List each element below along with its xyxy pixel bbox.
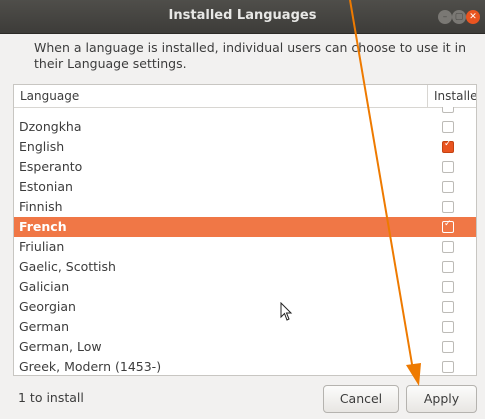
installed-checkbox[interactable] [442,121,454,133]
language-label: French [19,219,67,234]
table-row[interactable]: French [14,217,476,237]
cancel-button[interactable]: Cancel [323,385,399,413]
column-divider [427,85,428,107]
installed-checkbox[interactable] [442,139,454,153]
apply-button[interactable]: Apply [406,385,477,413]
table-row[interactable]: Galician [14,277,476,297]
installed-checkbox[interactable] [442,281,454,293]
description-text: When a language is installed, individual… [34,40,467,71]
installed-checkbox[interactable] [442,241,454,253]
table-row[interactable]: Georgian [14,297,476,317]
table-row[interactable]: Greek, Modern (1453-) [14,357,476,375]
language-label: English [19,139,65,154]
language-label: Greek, Modern (1453-) [19,359,162,374]
language-label: Finnish [19,199,63,214]
installed-checkbox[interactable] [442,107,454,113]
table-row[interactable]: Esperanto [14,157,476,177]
installed-checkbox[interactable] [442,261,454,273]
maximize-icon[interactable]: ▢ [452,10,466,24]
language-table[interactable]: Language Installed Dutch Dzongkha English E… [13,84,477,376]
mouse-pointer-icon [280,302,293,321]
installed-checkbox[interactable] [442,301,454,313]
language-label: Galician [19,279,70,294]
table-row[interactable]: Gaelic, Scottish [14,257,476,277]
installed-checkbox[interactable] [442,341,454,353]
table-header: Language Installed [14,85,476,108]
language-label: Georgian [19,299,76,314]
installed-checkbox[interactable] [442,161,454,173]
language-label: Gaelic, Scottish [19,259,116,274]
language-label: German [19,319,70,334]
language-label: Friulian [19,239,65,254]
minimize-icon[interactable]: – [438,10,452,24]
close-icon[interactable]: ✕ [466,10,480,24]
table-row[interactable]: Friulian [14,237,476,257]
table-row[interactable]: Estonian [14,177,476,197]
installed-checkbox[interactable] [442,219,454,233]
column-header-installed[interactable]: Installed [434,89,476,103]
table-row[interactable]: Dzongkha [14,117,476,137]
installed-checkbox[interactable] [442,321,454,333]
table-row[interactable]: Dutch [14,107,476,117]
installed-checkbox[interactable] [442,201,454,213]
language-list: Dutch Dzongkha English Esperanto Estonian Fin… [14,107,476,375]
language-label: Estonian [19,179,73,194]
table-row[interactable]: German [14,317,476,337]
installed-checkbox[interactable] [442,361,454,373]
install-status: 1 to install [18,390,84,405]
column-header-language[interactable]: Language [20,89,79,103]
title-bar: Installed Languages – ▢ ✕ [0,0,485,34]
table-row[interactable]: German, Low [14,337,476,357]
language-label: Dzongkha [19,119,82,134]
table-row[interactable]: English [14,137,476,157]
installed-checkbox[interactable] [442,181,454,193]
language-label: Esperanto [19,159,83,174]
table-row[interactable]: Finnish [14,197,476,217]
language-label: German, Low [19,339,102,354]
window-title: Installed Languages [168,8,317,23]
